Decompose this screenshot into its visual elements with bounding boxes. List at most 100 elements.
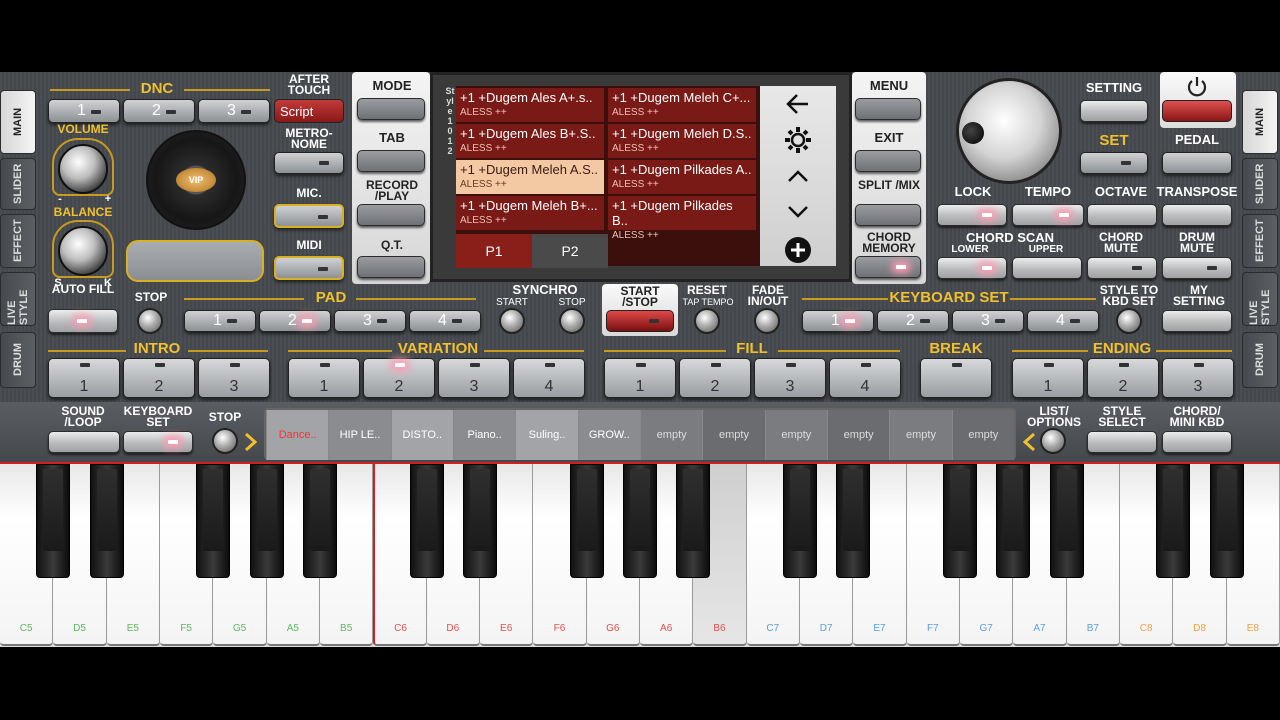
side-tab-drum-right[interactable]: DRUM [1242,332,1278,388]
page-tab-p2[interactable]: P2 [532,234,608,268]
registration-slot[interactable]: empty [764,410,827,460]
registration-slot[interactable]: DISTO.. [390,410,453,460]
side-tab-main-left[interactable]: MAIN [0,90,36,154]
script-button[interactable]: Script [274,99,344,123]
fill-button-1[interactable]: 1 [604,358,676,398]
black-key[interactable] [409,464,444,578]
kbd-set-button-1[interactable]: 1 [802,310,874,332]
registration-slot[interactable]: empty [640,410,703,460]
style-select-button[interactable] [1087,431,1157,453]
side-tab-main-right[interactable]: MAIN [1242,90,1278,154]
synchro-stop-knob[interactable] [559,308,585,334]
side-tab-effect-right[interactable]: EFFECT [1242,214,1278,268]
black-key[interactable] [623,464,657,578]
registration-slot[interactable]: Dance.. [266,410,329,460]
intro-button-3[interactable]: 3 [198,358,270,398]
reg-stop-knob[interactable] [212,428,238,454]
black-key[interactable] [996,464,1031,578]
pad-button-1[interactable]: 1 [184,310,256,332]
back-arrow-icon[interactable] [784,92,812,116]
registration-slot[interactable]: empty [702,410,765,460]
black-key[interactable] [89,464,124,578]
registration-slot[interactable]: Suling.. [515,410,578,460]
tempo-button[interactable] [1012,204,1084,226]
style-item[interactable]: +1 +Dugem Meleh A.S.. ALESS ++ [456,160,604,194]
pad-button-3[interactable]: 3 [334,310,406,332]
tab-button[interactable] [357,150,425,172]
variation-button-1[interactable]: 1 [288,358,360,398]
mode-button[interactable] [357,98,425,120]
variation-button-4[interactable]: 4 [513,358,585,398]
chevron-down-icon[interactable] [786,204,810,220]
kbd-set-button-4[interactable]: 4 [1027,310,1099,332]
chord-scan-lower-button[interactable] [937,257,1007,279]
midi-button[interactable] [274,256,344,280]
gear-icon[interactable] [782,124,814,156]
pad-button-2[interactable]: 2 [259,310,331,332]
fill-button-2[interactable]: 2 [679,358,751,398]
page-tab-p1[interactable]: P1 [456,234,532,268]
chevron-left-icon[interactable] [1022,432,1036,452]
variation-button-2[interactable]: 2 [363,358,435,398]
ending-button-2[interactable]: 2 [1087,358,1159,398]
black-key[interactable] [36,464,71,578]
style-item[interactable]: +1 +Dugem Pilkades A.. ALESS ++ [608,160,756,194]
set-button[interactable] [1080,152,1148,174]
black-key[interactable] [1049,464,1084,578]
chord-mini-kbd-button[interactable] [1162,431,1232,453]
side-tab-effect-left[interactable]: EFFECT [0,214,36,268]
dnc-button-1[interactable]: 1 [48,99,120,123]
chevron-right-icon[interactable] [244,432,258,452]
split-mix-button[interactable] [855,204,921,226]
black-key[interactable] [463,464,497,578]
power-button[interactable] [1162,100,1232,122]
record-play-button[interactable] [357,204,425,226]
transpose-button[interactable] [1162,204,1232,226]
style-item[interactable]: +1 +Dugem Pilkades B.. ALESS ++ [608,196,756,241]
style-item[interactable]: +1 +Dugem Ales A+.s.. ALESS ++ [456,88,604,122]
break-button[interactable] [920,358,992,398]
black-key[interactable] [783,464,817,578]
start-stop-button[interactable] [606,310,674,332]
octave-button[interactable] [1087,204,1157,226]
balance-knob[interactable] [58,226,108,276]
registration-slot[interactable]: Piano.. [453,410,516,460]
intro-button-2[interactable]: 2 [123,358,195,398]
black-key[interactable] [943,464,977,578]
pedal-button[interactable] [1162,152,1232,174]
registration-slot[interactable]: empty [889,410,952,460]
lock-button[interactable] [937,204,1007,226]
style-item[interactable]: +1 +Dugem Meleh C+... ALESS ++ [608,88,756,122]
registration-slot[interactable]: empty [827,410,890,460]
style-to-kbd-knob[interactable] [1116,308,1142,334]
black-key[interactable] [836,464,871,578]
reset-knob[interactable] [694,308,720,334]
pad-button-4[interactable]: 4 [409,310,481,332]
registration-slot[interactable]: HIP LE.. [328,410,391,460]
chord-memory-button[interactable] [855,256,921,278]
intro-button-1[interactable]: 1 [48,358,120,398]
pad-stop-knob[interactable] [137,308,163,334]
registration-slot[interactable]: GROW.. [577,410,640,460]
registration-slot[interactable]: empty [951,410,1014,460]
black-key[interactable] [196,464,231,578]
qt-button[interactable] [357,256,425,278]
metronome-button[interactable] [274,152,344,174]
fade-knob[interactable] [754,308,780,334]
keyboard-set-bottom-button[interactable] [123,431,193,453]
fill-button-3[interactable]: 3 [754,358,826,398]
auto-fill-button[interactable] [48,309,118,333]
black-key[interactable] [303,464,337,578]
style-item[interactable]: +1 +Dugem Meleh B+... ALESS ++ [456,196,604,230]
side-tab-drum-left[interactable]: DRUM [0,332,36,388]
list-options-knob[interactable] [1040,428,1066,454]
mic-button[interactable] [274,204,344,228]
dnc-button-3[interactable]: 3 [198,99,270,123]
kbd-set-button-3[interactable]: 3 [952,310,1024,332]
fill-button-4[interactable]: 4 [829,358,901,398]
sound-loop-button[interactable] [48,431,120,453]
side-tab-live-style-right[interactable]: LIVE STYLE [1242,272,1278,326]
black-key[interactable] [1156,464,1191,578]
black-key[interactable] [676,464,711,578]
side-tab-slider-left[interactable]: SLIDER [0,158,36,210]
